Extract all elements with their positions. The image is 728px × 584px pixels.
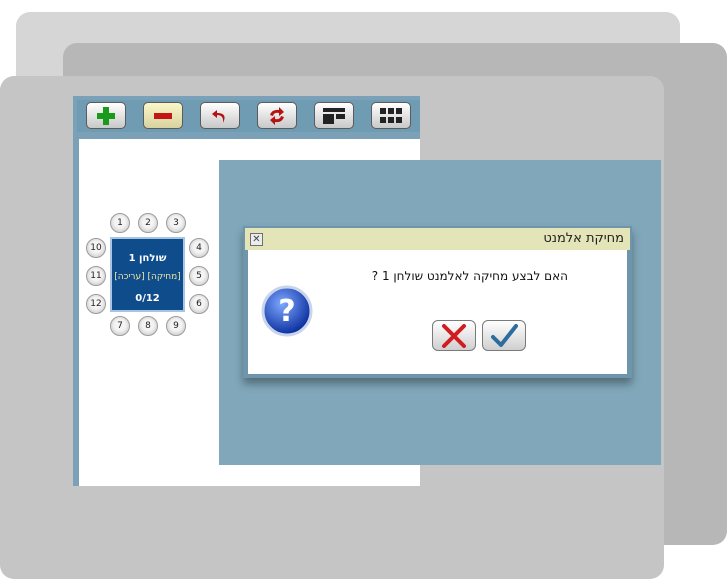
plus-icon <box>97 106 115 125</box>
table-seat-count: 0/12 <box>135 293 160 304</box>
grid-icon <box>380 107 402 123</box>
seat[interactable]: 5 <box>189 266 209 286</box>
dialog-message: האם לבצע מחיקה לאלמנט שולחן 1 ? <box>371 269 568 283</box>
seat[interactable]: 11 <box>86 266 106 286</box>
toolbar <box>77 100 420 132</box>
dialog-body: האם לבצע מחיקה לאלמנט שולחן 1 ? ? <box>248 250 627 374</box>
undo-button[interactable] <box>200 102 240 129</box>
layout-icon <box>323 107 345 124</box>
question-icon: ? <box>261 285 313 337</box>
seat[interactable]: 8 <box>138 316 158 336</box>
seat[interactable]: 10 <box>86 238 106 258</box>
minus-icon <box>154 112 172 119</box>
dialog-title: מחיקת אלמנט <box>543 231 624 246</box>
refresh-button[interactable] <box>257 102 297 129</box>
dialog-titlebar: ✕ מחיקת אלמנט <box>245 228 630 250</box>
seat[interactable]: 6 <box>189 294 209 314</box>
svg-text:?: ? <box>278 294 295 329</box>
seat[interactable]: 4 <box>189 238 209 258</box>
seat[interactable]: 2 <box>138 213 158 233</box>
seat[interactable]: 9 <box>166 316 186 336</box>
seat[interactable]: 1 <box>110 213 130 233</box>
layout-button[interactable] <box>314 102 354 129</box>
close-icon[interactable]: ✕ <box>250 233 263 246</box>
x-mark-icon <box>442 323 466 348</box>
remove-button[interactable] <box>143 102 183 129</box>
seat[interactable]: 3 <box>166 213 186 233</box>
table-name: שולחן 1 <box>128 253 167 264</box>
confirm-button[interactable] <box>482 320 526 351</box>
check-mark-icon <box>491 323 518 347</box>
cancel-button[interactable] <box>432 320 476 351</box>
table-element[interactable]: שולחן 1 [מחיקה] [עריכה] 0/12 <box>110 237 185 312</box>
grid-button[interactable] <box>371 102 411 129</box>
delete-dialog: ✕ מחיקת אלמנט האם לבצע מחיקה לאלמנט שולח… <box>243 226 632 378</box>
table-actions[interactable]: [מחיקה] [עריכה] <box>112 272 183 282</box>
refresh-icon <box>270 106 284 125</box>
undo-arrow-icon <box>212 109 225 123</box>
add-button[interactable] <box>86 102 126 129</box>
seat[interactable]: 12 <box>86 294 106 314</box>
seat[interactable]: 7 <box>110 316 130 336</box>
